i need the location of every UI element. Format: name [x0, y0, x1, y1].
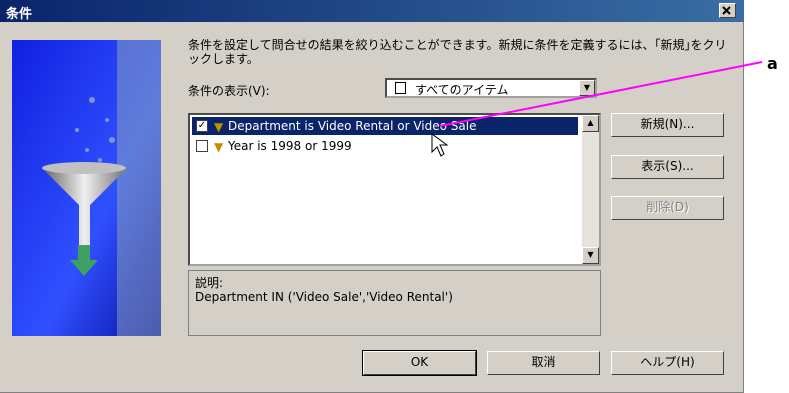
new-button[interactable]: 新規(N)... [611, 113, 724, 137]
description-label: 説明: [195, 276, 224, 290]
vertical-scrollbar[interactable]: ▲ ▼ [582, 115, 599, 264]
help-button[interactable]: ヘルプ(H) [611, 351, 724, 375]
filter-icon: ▼ [214, 120, 224, 134]
ok-button[interactable]: OK [362, 350, 477, 376]
condition-checkbox[interactable] [196, 140, 208, 152]
condition-row[interactable]: ✓ ▼ Department is Video Rental or Video … [192, 117, 578, 135]
conditions-dialog: 条件 条件を設定して問合せの結果を絞り込むことができます。新規に条件を定義するに… [0, 0, 744, 393]
condition-checkbox[interactable]: ✓ [196, 120, 208, 132]
description-text: Department IN ('Video Sale','Video Renta… [195, 290, 453, 304]
scroll-up-button[interactable]: ▲ [582, 115, 599, 132]
close-icon [722, 6, 731, 15]
title-bar: 条件 [0, 0, 744, 22]
chevron-down-icon[interactable]: ▼ [579, 80, 595, 96]
condition-text: Department is Video Rental or Video Sale [228, 119, 477, 133]
funnel-illustration [12, 40, 161, 336]
window-title: 条件 [6, 7, 33, 22]
scroll-down-button[interactable]: ▼ [582, 247, 599, 264]
filter-icon: ▼ [214, 140, 224, 154]
close-button[interactable] [719, 3, 736, 18]
condition-row[interactable]: ▼ Year is 1998 or 1999 [192, 137, 578, 155]
view-label: 条件の表示(V): [188, 84, 270, 98]
document-icon [395, 82, 406, 94]
conditions-list[interactable]: ✓ ▼ Department is Video Rental or Video … [188, 113, 601, 266]
description-box: 説明: Department IN ('Video Sale','Video R… [188, 270, 601, 336]
delete-button[interactable]: 削除(D) [611, 196, 724, 220]
intro-text: 条件を設定して問合せの結果を絞り込むことができます。新規に条件を定義するには、｢… [188, 38, 727, 66]
show-button[interactable]: 表示(S)... [611, 155, 724, 179]
annotation-label: a [767, 54, 778, 73]
view-select-value: すべてのアイテム [415, 83, 509, 97]
condition-text: Year is 1998 or 1999 [228, 139, 352, 153]
view-select[interactable]: すべてのアイテム ▼ [385, 78, 597, 98]
cancel-button[interactable]: 取消 [487, 351, 600, 375]
